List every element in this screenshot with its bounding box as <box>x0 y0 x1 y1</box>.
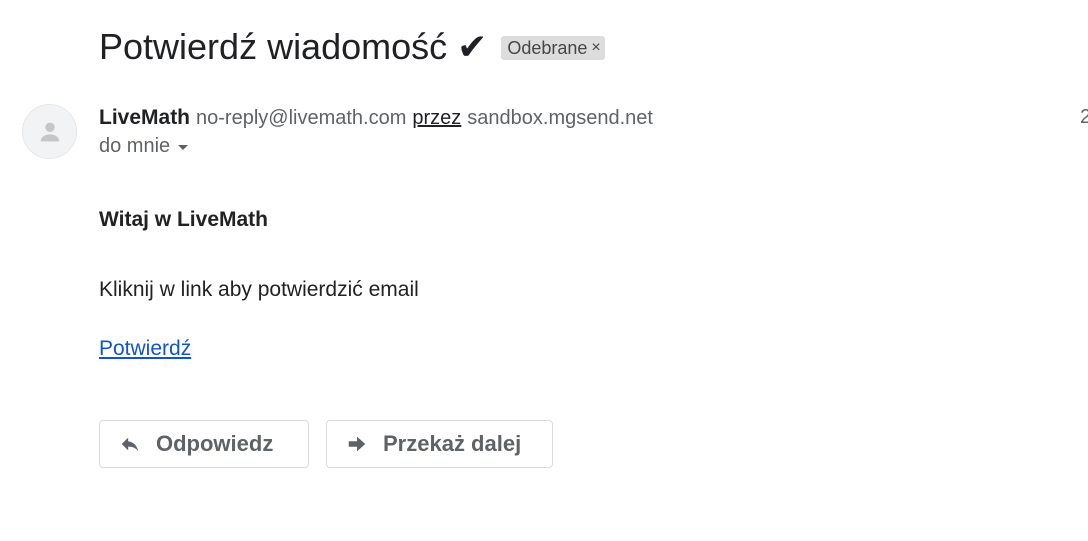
remove-label-icon[interactable]: × <box>591 39 600 57</box>
email-date: 2 <box>1080 106 1088 128</box>
forward-button[interactable]: Przekaż dalej <box>326 420 553 468</box>
sender-email: no-reply@livemath.com <box>196 107 407 129</box>
recipient-details-toggle[interactable]: do mnie <box>99 135 189 158</box>
label-text: Odebrane <box>507 37 588 58</box>
email-view: Potwierdź wiadomość ✔ Odebrane × LiveMat… <box>0 0 1088 541</box>
sender-row: LiveMath no-reply@livemath.com przez san… <box>99 106 653 130</box>
email-greeting: Witaj w LiveMath <box>99 208 268 231</box>
recipient-label: do mnie <box>99 135 171 157</box>
forward-label: Przekaż dalej <box>383 431 522 456</box>
inbox-label-chip[interactable]: Odebrane × <box>501 36 605 60</box>
via-domain: sandbox.mgsend.net <box>467 107 653 129</box>
via-link[interactable]: przez <box>412 107 461 130</box>
email-subject: Potwierdź wiadomość ✔ <box>99 26 488 67</box>
reply-button[interactable]: Odpowiedz <box>99 420 309 468</box>
email-body-text: Kliknij w link aby potwierdzić email <box>99 278 419 301</box>
caret-down-icon[interactable] <box>178 145 189 150</box>
avatar[interactable] <box>22 104 77 159</box>
subject-row: Potwierdź wiadomość ✔ Odebrane × <box>99 26 605 68</box>
person-icon <box>40 122 59 141</box>
reply-arrow-icon <box>118 432 142 456</box>
sender-name[interactable]: LiveMath <box>99 106 190 130</box>
reply-label: Odpowiedz <box>156 431 274 456</box>
confirm-link[interactable]: Potwierdź <box>99 337 191 361</box>
forward-arrow-icon <box>345 432 369 456</box>
